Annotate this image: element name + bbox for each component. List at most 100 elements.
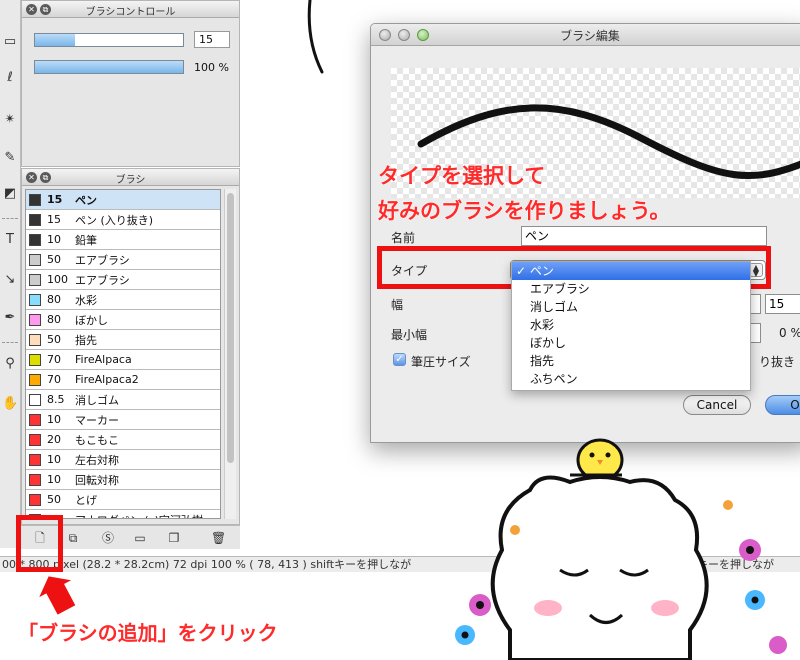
brush-name: エアブラシ xyxy=(75,273,130,287)
scroll-thumb[interactable] xyxy=(227,193,234,463)
brush-name: ペン (入り抜き) xyxy=(75,213,154,227)
width-label: 幅 xyxy=(391,298,404,312)
move-icon[interactable]: ↘ xyxy=(2,272,18,288)
type-option[interactable]: エアブラシ xyxy=(512,280,750,298)
select-rect-icon[interactable]: ▭ xyxy=(2,34,18,50)
brush-size: 10 xyxy=(47,473,61,486)
panel-title: ブラシコントロール xyxy=(85,7,176,18)
brush-name: マーカー xyxy=(75,413,119,427)
copy-icon[interactable]: ❐ xyxy=(167,531,181,545)
brush-name: とげ xyxy=(75,493,97,507)
brush-list-item[interactable]: 50 とげ xyxy=(26,490,220,510)
divider xyxy=(2,218,18,219)
brush-name: 指先 xyxy=(75,333,97,347)
brush-size: 10 xyxy=(47,233,61,246)
panel-title: ブラシ xyxy=(115,175,146,186)
folder-icon[interactable]: ▭ xyxy=(133,531,147,545)
brush-list-item[interactable]: 20 もこもこ xyxy=(26,430,220,450)
scrollbar[interactable] xyxy=(224,189,236,519)
brush-color-swatch xyxy=(29,413,41,426)
brush-size: 15 xyxy=(47,193,63,206)
red-arrow xyxy=(39,576,76,615)
brush-color-swatch xyxy=(29,213,41,226)
opacity-slider[interactable] xyxy=(34,60,184,74)
brush-list-item[interactable]: 80 ぼかし xyxy=(26,310,220,330)
pressure-checkbox[interactable]: ✓ xyxy=(393,353,406,366)
min-width-value: 0 % xyxy=(779,326,800,340)
lasso-icon[interactable]: ℓ xyxy=(2,70,18,86)
brush-name: ぼかし xyxy=(75,313,108,327)
brush-list-item[interactable]: 10 マーカー xyxy=(26,410,220,430)
dialog-title: ブラシ編集 xyxy=(560,29,620,43)
type-option[interactable]: ふちペン xyxy=(512,370,750,388)
size-input[interactable]: 15 xyxy=(194,31,230,48)
brush-list-item[interactable]: 10 左右対称 xyxy=(26,450,220,470)
brush-list-item[interactable]: 100 エアブラシ xyxy=(26,270,220,290)
name-field[interactable]: ペン xyxy=(521,226,767,246)
brush-size: 70 xyxy=(47,353,61,366)
type-option[interactable]: ✓ ペン xyxy=(512,262,750,280)
pen-icon[interactable]: ✒ xyxy=(2,310,18,326)
duplicate-brush-icon[interactable]: ⧉ xyxy=(66,531,80,545)
status-text: 00 * 800 pixel (28.2 * 28.2cm) 72 dpi 10… xyxy=(2,558,412,571)
type-dropdown: ✓ ペン エアブラシ 消しゴム 水彩 ぼかし 指先 ふちペン xyxy=(511,261,751,391)
magic-wand-icon[interactable]: ✴ xyxy=(2,112,18,128)
type-option[interactable]: 水彩 xyxy=(512,316,750,334)
brush-color-swatch xyxy=(29,253,41,266)
brush-color-swatch xyxy=(29,473,41,486)
brush-name: 水彩 xyxy=(75,293,97,307)
brush-icon[interactable]: ✎ xyxy=(2,150,18,166)
script-brush-icon[interactable]: Ⓢ xyxy=(101,531,115,545)
text-icon[interactable]: T xyxy=(2,232,18,248)
hand-icon[interactable]: ✋ xyxy=(2,396,18,412)
brush-size: 100 xyxy=(47,273,68,286)
brush-color-swatch xyxy=(29,333,41,346)
brush-name: 消しゴム xyxy=(75,393,119,407)
add-brush-caption: 「ブラシの追加」をクリック xyxy=(18,621,279,646)
brush-list-item[interactable]: 10 回転対称 xyxy=(26,470,220,490)
dialog-titlebar: ブラシ編集 xyxy=(371,24,800,46)
brush-color-swatch xyxy=(29,433,41,446)
cancel-button[interactable]: Cancel xyxy=(683,395,751,415)
brush-color-swatch xyxy=(29,453,41,466)
ok-button[interactable]: O xyxy=(765,395,800,415)
brush-name: 回転対称 xyxy=(75,473,119,487)
brush-list-item[interactable]: 15 ペン xyxy=(26,190,220,210)
brush-name: アナログペン (c)宇河弘樹 xyxy=(75,512,203,519)
type-option[interactable]: 指先 xyxy=(512,352,750,370)
brush-list-item[interactable]: 70 FireAlpaca2 xyxy=(26,370,220,390)
brush-list-item[interactable]: 50 エアブラシ xyxy=(26,250,220,270)
brush-size: 8.5 xyxy=(47,393,65,406)
brush-color-swatch xyxy=(29,233,41,246)
canvas-stroke xyxy=(307,0,324,74)
brush-list-item[interactable]: 70 FireAlpaca xyxy=(26,350,220,370)
panel-header: ✕ ⧉ ブラシ xyxy=(22,169,239,186)
size-slider[interactable] xyxy=(34,33,184,47)
alpaca-illustration xyxy=(455,438,787,660)
brush-size: 50 xyxy=(47,333,61,346)
type-option[interactable]: 消しゴム xyxy=(512,298,750,316)
brush-list-item[interactable]: 50 指先 xyxy=(26,330,220,350)
type-option[interactable]: ぼかし xyxy=(512,334,750,352)
brush-name: エアブラシ xyxy=(75,253,130,267)
fill-icon[interactable]: ◩ xyxy=(2,186,18,202)
name-label: 名前 xyxy=(391,231,416,245)
brush-edit-dialog: ブラシ編集 名前 ペン タイプ ▲ ▼ ✓ ペン エアブラシ 消しゴム 水彩 ぼかし 指先ふ… xyxy=(370,23,800,443)
brush-list-item[interactable]: 8.5 消しゴム xyxy=(26,390,220,410)
tool-strip: ▭ ℓ ✴ ✎ ◩ T ↘ ✒ ⚲ ✋ xyxy=(0,0,21,548)
opacity-slider-fill xyxy=(35,61,183,73)
brush-panel: ✕ ⧉ ブラシ 15 ペン 15 ペン (入り抜き) 10 鉛筆 50 エアブラシ 100 エアブ… xyxy=(21,168,240,525)
panel-header: ✕ ⧉ ブラシコントロール xyxy=(22,1,239,18)
brush-color-swatch xyxy=(29,293,41,306)
fade-label: り抜き xyxy=(759,355,796,369)
eyedropper-icon[interactable]: ⚲ xyxy=(2,356,18,372)
width-field[interactable]: 15 xyxy=(765,294,800,314)
trash-icon[interactable]: 🗑 xyxy=(211,531,226,545)
brush-list-item[interactable]: 80 水彩 xyxy=(26,290,220,310)
brush-size: 50 xyxy=(47,253,61,266)
brush-list-item[interactable]: 10 鉛筆 xyxy=(26,230,220,250)
brush-list-item[interactable]: 15 ペン (入り抜き) xyxy=(26,210,220,230)
brush-size: 80 xyxy=(47,293,61,306)
brush-color-swatch xyxy=(29,273,41,286)
opacity-value: 100 % xyxy=(194,61,229,74)
